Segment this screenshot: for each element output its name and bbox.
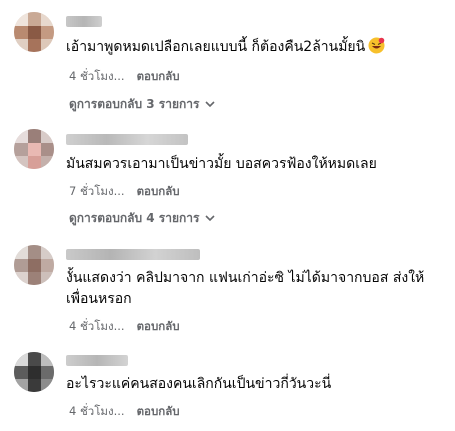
comment-text: งั้นแสดงว่า คลิปมาจาก แฟนเก่าอ่ะซิ ไม่ได…: [66, 270, 425, 307]
chevron-down-icon: [205, 215, 216, 222]
avatar[interactable]: [14, 245, 54, 285]
view-replies-button[interactable]: ดูการตอบกลับ 4 รายการ: [69, 209, 216, 228]
comment-meta: 4 ชั่วโมง... ตอบกลับ: [69, 403, 180, 421]
reply-button[interactable]: ตอบกลับ: [137, 69, 180, 83]
comment-time[interactable]: 4 ชั่วโมง...: [69, 319, 125, 333]
commenter-name-blurred[interactable]: [66, 249, 200, 260]
reply-button[interactable]: ตอบกลับ: [137, 319, 180, 333]
avatar[interactable]: [14, 129, 54, 169]
comment-text: มันสมควรเอามาเป็นข่าวมั้ย บอสควรฟ้องให้ห…: [66, 156, 377, 172]
comment-meta: 4 ชั่วโมง... ตอบกลับ: [69, 68, 180, 86]
comment-text: เอ้ามาพูดหมดเปลือกเลยแบบนี้ ก็ต้องคืน2ล้…: [66, 37, 446, 61]
comment-meta: 7 ชั่วโมง... ตอบกลับ: [69, 183, 180, 201]
reply-button[interactable]: ตอบกลับ: [137, 184, 180, 198]
avatar[interactable]: [14, 352, 54, 392]
comment-time[interactable]: 7 ชั่วโมง...: [69, 184, 125, 198]
comment-meta: 4 ชั่วโมง... ตอบกลับ: [69, 318, 180, 336]
view-replies-button[interactable]: ดูการตอบกลับ 3 รายการ: [69, 95, 216, 114]
chevron-down-icon: [205, 101, 216, 108]
laughing-face-with-heart-icon: [368, 37, 385, 61]
avatar[interactable]: [14, 12, 54, 52]
commenter-name-blurred[interactable]: [66, 134, 188, 145]
comment-time[interactable]: 4 ชั่วโมง...: [69, 69, 125, 83]
comment-time[interactable]: 4 ชั่วโมง...: [69, 404, 125, 418]
comment-text: อะไรวะแค่คนสองคนเลิกกันเป็นข่าวกี่วันวะน…: [66, 376, 332, 392]
commenter-name-blurred[interactable]: [66, 16, 102, 27]
commenter-name-blurred[interactable]: [66, 355, 128, 366]
reply-button[interactable]: ตอบกลับ: [137, 404, 180, 418]
